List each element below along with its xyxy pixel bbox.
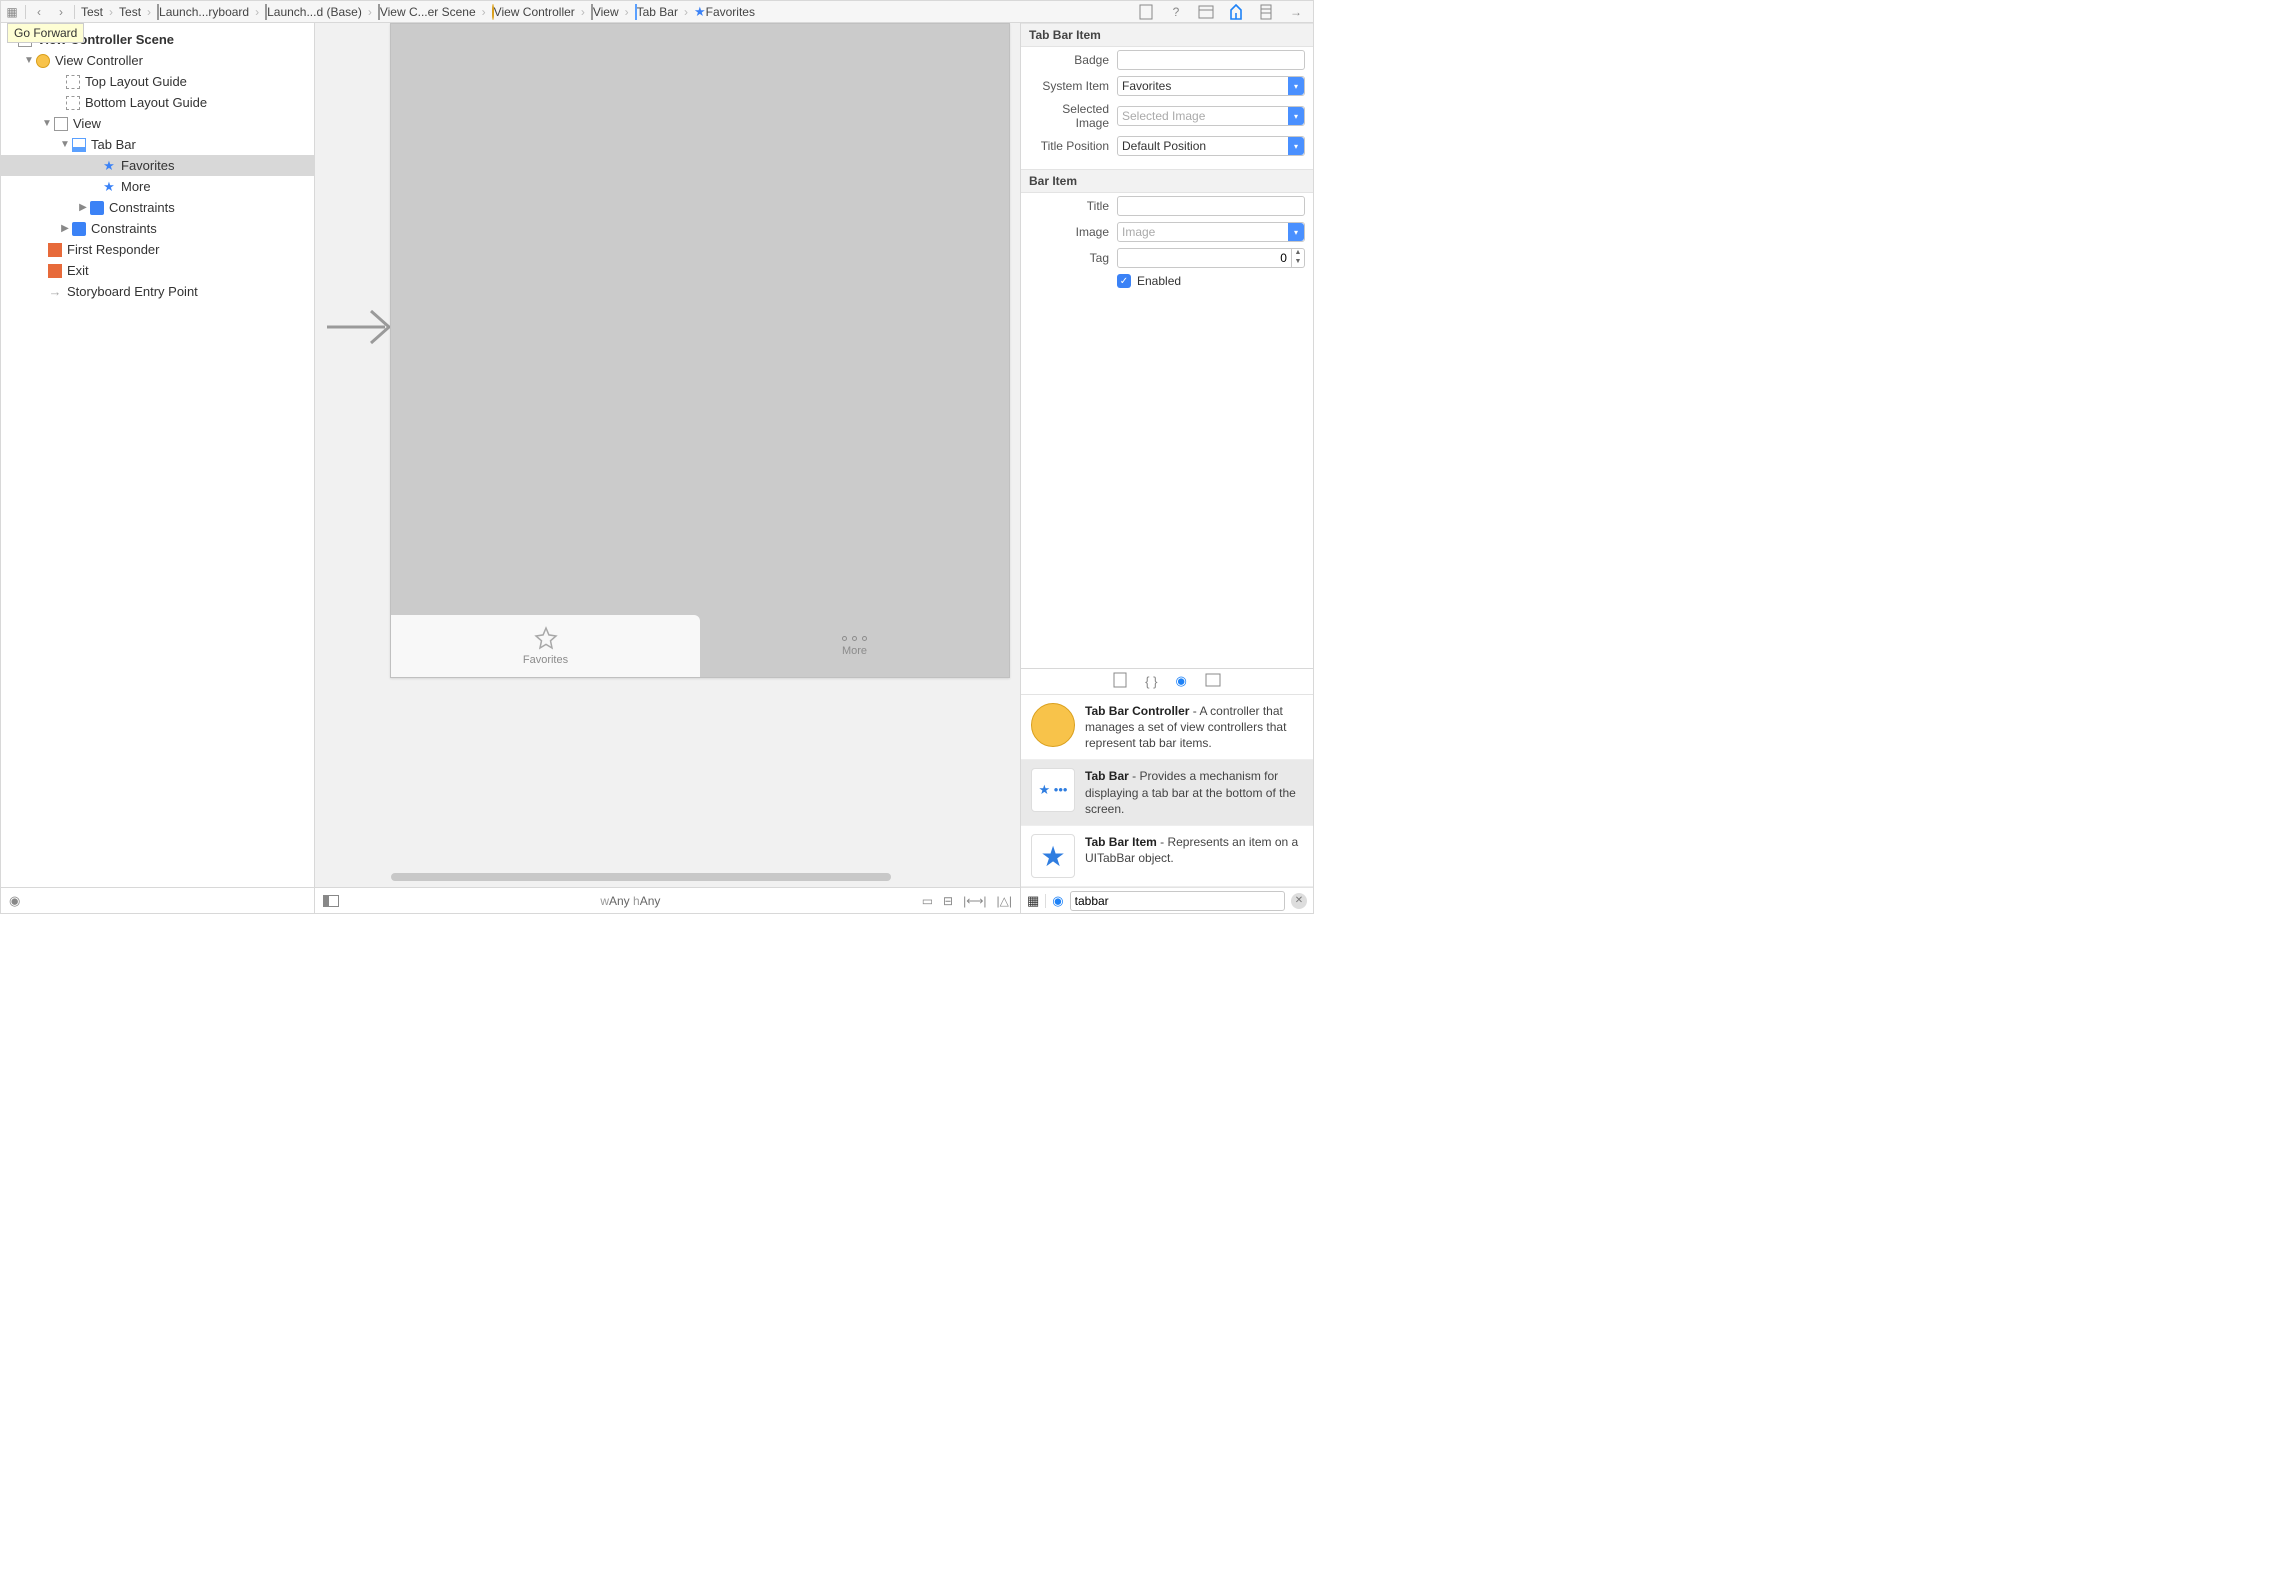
star-icon: [534, 626, 558, 650]
document-outline: ▼ View Controller Scene ▼ View Controlle…: [1, 23, 315, 913]
resolve-issues-icon[interactable]: |⟷|: [963, 894, 986, 908]
toggle-outline-icon[interactable]: [323, 895, 339, 907]
canvas-area[interactable]: Favorites More: [315, 23, 1020, 887]
tree-row-view[interactable]: ▼ View: [1, 113, 314, 134]
tag-field[interactable]: [1117, 248, 1292, 268]
jump-bar: ▦ ‹ › Test› Test› Launch...ryboard› Laun…: [1, 1, 1313, 23]
entry-point-arrow-icon: [325, 303, 397, 351]
align-icon[interactable]: ▭: [922, 894, 933, 908]
connections-inspector-icon[interactable]: →: [1287, 3, 1305, 21]
tree-row-bottom-guide[interactable]: · Bottom Layout Guide: [1, 92, 314, 113]
tab-favorites-label: Favorites: [523, 654, 568, 666]
tab-more[interactable]: More: [700, 615, 1009, 677]
file-inspector-icon[interactable]: [1137, 3, 1155, 21]
enabled-checkbox[interactable]: ✓: [1117, 274, 1131, 288]
size-inspector-icon[interactable]: [1257, 3, 1275, 21]
clear-search-icon[interactable]: ✕: [1291, 893, 1307, 909]
title-field[interactable]: [1117, 196, 1305, 216]
breadcrumb-item[interactable]: Launch...ryboard: [153, 5, 253, 19]
nav-back-icon[interactable]: ‹: [28, 2, 50, 22]
image-select[interactable]: Image▾: [1117, 222, 1305, 242]
library-item[interactable]: Tab Bar Controller - A controller that m…: [1021, 695, 1313, 761]
code-snippet-library-icon[interactable]: { }: [1145, 674, 1157, 689]
tab-bar-item-icon: ★: [1031, 834, 1075, 878]
breadcrumb-item[interactable]: View: [587, 5, 623, 19]
tree-row-tabbar[interactable]: ▼ Tab Bar: [1, 134, 314, 155]
selected-image-select[interactable]: Selected Image▾: [1117, 106, 1305, 126]
object-library-icon[interactable]: ◉: [1175, 673, 1186, 689]
library-item[interactable]: ★ Tab Bar Item - Represents an item on a…: [1021, 826, 1313, 887]
identity-inspector-icon[interactable]: [1197, 3, 1215, 21]
tree-row-constraints[interactable]: ▶ Constraints: [1, 218, 314, 239]
canvas-footer: wAny hAny ▭ ⊟ |⟷| |△|: [315, 887, 1020, 913]
badge-label: Badge: [1029, 53, 1117, 67]
tree-row-favorites[interactable]: ·★ Favorites: [1, 155, 314, 176]
image-label: Image: [1029, 225, 1117, 239]
library-search-field[interactable]: [1070, 891, 1285, 911]
tree-row-constraints[interactable]: ▶ Constraints: [1, 197, 314, 218]
filter-icon: ◉: [9, 893, 20, 909]
pin-icon[interactable]: ⊟: [943, 894, 953, 908]
tab-more-label: More: [842, 645, 867, 657]
inspector-tabs: ? →: [1137, 3, 1313, 21]
system-item-select[interactable]: Favorites▾: [1117, 76, 1305, 96]
chevron-updown-icon: ▾: [1288, 223, 1304, 241]
library-view-mode-icon[interactable]: ▦: [1027, 893, 1039, 909]
breadcrumb-item[interactable]: Test: [115, 5, 145, 19]
tree-row-first-responder[interactable]: · First Responder: [1, 239, 314, 260]
breadcrumb-item[interactable]: ★Favorites: [690, 4, 759, 20]
breadcrumb-item[interactable]: Launch...d (Base): [261, 5, 366, 19]
tree-row-top-guide[interactable]: · Top Layout Guide: [1, 71, 314, 92]
enabled-label: Enabled: [1137, 274, 1181, 288]
tag-stepper[interactable]: ▲▼: [1292, 248, 1305, 268]
tab-favorites[interactable]: Favorites: [391, 615, 700, 677]
tab-bar-icon: ★ •••: [1031, 768, 1075, 812]
device-tabbar: Favorites More: [391, 615, 1009, 677]
related-items-icon[interactable]: ▦: [1, 2, 23, 22]
library-scope-icon[interactable]: ◉: [1052, 893, 1063, 909]
title-position-select[interactable]: Default Position▾: [1117, 136, 1305, 156]
resize-behavior-icon[interactable]: |△|: [997, 894, 1012, 908]
chevron-updown-icon: ▾: [1288, 137, 1304, 155]
size-class-control[interactable]: wAny hAny: [339, 894, 922, 908]
breadcrumb-item[interactable]: View Controller: [488, 5, 579, 19]
badge-field[interactable]: [1117, 50, 1305, 70]
selected-image-label: Selected Image: [1029, 102, 1117, 130]
section-bar-item: Bar Item: [1021, 169, 1313, 193]
breadcrumb-item[interactable]: Test: [77, 5, 107, 19]
breadcrumb-item[interactable]: View C...er Scene: [374, 5, 480, 19]
canvas-horizontal-scrollbar[interactable]: [391, 873, 891, 881]
breadcrumb: Test› Test› Launch...ryboard› Launch...d…: [77, 1, 759, 22]
nav-forward-icon[interactable]: ›: [50, 2, 72, 22]
file-template-library-icon[interactable]: [1113, 672, 1127, 691]
device-frame[interactable]: Favorites More: [390, 23, 1010, 678]
library-item[interactable]: ★ ••• Tab Bar - Provides a mechanism for…: [1021, 760, 1313, 826]
system-item-label: System Item: [1029, 79, 1117, 93]
breadcrumb-item[interactable]: Tab Bar: [631, 5, 682, 19]
attributes-inspector-icon[interactable]: [1227, 3, 1245, 21]
tab-bar-controller-icon: [1031, 703, 1075, 747]
canvas: Favorites More wAny hAny ▭: [315, 23, 1020, 913]
chevron-updown-icon: ▾: [1288, 107, 1304, 125]
help-inspector-icon[interactable]: ?: [1167, 3, 1185, 21]
media-library-icon[interactable]: [1205, 673, 1221, 690]
outline-filter-bar[interactable]: ◉: [1, 887, 314, 913]
title-position-label: Title Position: [1029, 139, 1117, 153]
tree-row-exit[interactable]: · Exit: [1, 260, 314, 281]
chevron-updown-icon: ▾: [1288, 77, 1304, 95]
section-tab-bar-item: Tab Bar Item: [1021, 23, 1313, 47]
tree-row-entry-point[interactable]: ·→ Storyboard Entry Point: [1, 281, 314, 302]
more-dots-icon: [842, 636, 867, 641]
tree-row-viewcontroller[interactable]: ▼ View Controller: [1, 50, 314, 71]
title-label: Title: [1029, 199, 1117, 213]
tree-row-more[interactable]: ·★ More: [1, 176, 314, 197]
object-library: { } ◉ Tab Bar Controller - A controller …: [1021, 668, 1313, 913]
go-forward-tooltip: Go Forward: [7, 23, 84, 43]
tag-label: Tag: [1029, 251, 1117, 265]
inspector-panel: Tab Bar Item Badge System Item Favorites…: [1020, 23, 1313, 913]
